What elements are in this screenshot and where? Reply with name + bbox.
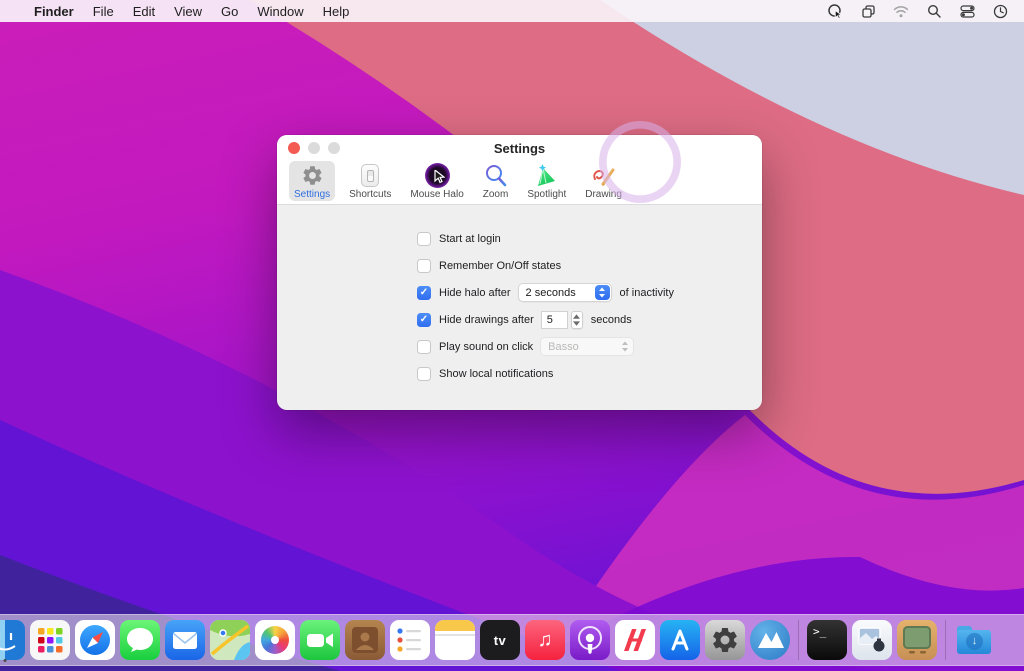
- windows-icon[interactable]: [860, 3, 876, 19]
- checkbox-show-notifications[interactable]: [417, 367, 431, 381]
- download-arrow-icon: ↓: [966, 633, 983, 650]
- hide-drawings-seconds-field[interactable]: [541, 311, 568, 329]
- mouse-halo-icon: [425, 163, 450, 188]
- tab-label: Drawing: [585, 189, 622, 200]
- control-center-icon[interactable]: [959, 3, 975, 19]
- settings-window: Settings Settings Shortcuts Mouse Halo Z…: [277, 135, 762, 410]
- popup-value: 2 seconds: [526, 287, 596, 299]
- row-label: Start at login: [439, 233, 501, 245]
- running-indicator: [4, 659, 7, 662]
- dock-safari-icon[interactable]: [75, 620, 115, 660]
- gear-icon: [301, 163, 324, 188]
- checkbox-hide-drawings[interactable]: [417, 313, 431, 327]
- dock: tv ♫ >_ ↓: [0, 614, 1024, 666]
- checkbox-play-sound[interactable]: [417, 340, 431, 354]
- dock-halo-mountain-app-icon[interactable]: [750, 620, 790, 660]
- dock-trash-icon[interactable]: [999, 620, 1024, 660]
- dock-system-settings-icon[interactable]: [705, 620, 745, 660]
- tab-shortcuts[interactable]: Shortcuts: [344, 161, 396, 201]
- magnifier-icon: [484, 163, 508, 188]
- tab-spotlight[interactable]: Spotlight: [522, 161, 571, 201]
- menu-edit[interactable]: Edit: [133, 4, 155, 19]
- dock-terminal-icon[interactable]: >_: [807, 620, 847, 660]
- wifi-icon[interactable]: [893, 3, 909, 19]
- checkbox-hide-halo[interactable]: [417, 286, 431, 300]
- row-start-at-login: Start at login: [417, 225, 762, 252]
- dock-messages-icon[interactable]: [120, 620, 160, 660]
- dock-reminders-icon[interactable]: [390, 620, 430, 660]
- checkbox-remember-states[interactable]: [417, 259, 431, 273]
- dock-facetime-icon[interactable]: [300, 620, 340, 660]
- menu-go[interactable]: Go: [221, 4, 238, 19]
- menu-app-name[interactable]: Finder: [34, 4, 74, 19]
- menu-window[interactable]: Window: [257, 4, 303, 19]
- dock-music-icon[interactable]: ♫: [525, 620, 565, 660]
- settings-content: Start at login Remember On/Off states Hi…: [277, 205, 762, 387]
- toolbar: Settings Shortcuts Mouse Halo Zoom Spotl…: [277, 161, 762, 205]
- dock-separator: [945, 620, 946, 660]
- tab-mouse-halo[interactable]: Mouse Halo: [405, 161, 468, 201]
- dock-retro-tv-icon[interactable]: [897, 620, 937, 660]
- tab-label: Shortcuts: [349, 189, 391, 200]
- dock-launchpad-icon[interactable]: [30, 620, 70, 660]
- dock-notes-icon[interactable]: [435, 620, 475, 660]
- checkbox-start-at-login[interactable]: [417, 232, 431, 246]
- dock-tv-icon[interactable]: tv: [480, 620, 520, 660]
- search-icon[interactable]: [926, 3, 942, 19]
- title-bar[interactable]: Settings: [277, 135, 762, 161]
- row-play-sound: Play sound on click Basso: [417, 333, 762, 360]
- row-show-notifications: Show local notifications: [417, 360, 762, 387]
- popup-value: Basso: [548, 341, 599, 353]
- row-remember-states: Remember On/Off states: [417, 252, 762, 279]
- tab-zoom[interactable]: Zoom: [478, 161, 514, 201]
- chevron-up-down-icon: [595, 285, 610, 300]
- halo-app-icon[interactable]: [827, 3, 843, 19]
- menu-file[interactable]: File: [93, 4, 114, 19]
- sound-popup-disabled: Basso: [540, 337, 634, 356]
- dock-finder-icon[interactable]: [0, 620, 25, 660]
- chevron-up-down-icon: [617, 339, 632, 354]
- row-label: Remember On/Off states: [439, 260, 561, 272]
- row-label: Hide drawings after: [439, 314, 534, 326]
- menu-view[interactable]: View: [174, 4, 202, 19]
- dock-preview-icon[interactable]: [852, 620, 892, 660]
- row-label: Hide halo after: [439, 287, 511, 299]
- dock-podcasts-icon[interactable]: [570, 620, 610, 660]
- menu-help[interactable]: Help: [323, 4, 350, 19]
- row-hide-halo: Hide halo after 2 seconds of inactivity: [417, 279, 762, 306]
- menu-bar: Finder File Edit View Go Window Help: [0, 0, 1024, 22]
- pencil-icon: [591, 163, 616, 188]
- row-label: Show local notifications: [439, 368, 553, 380]
- dock-contacts-icon[interactable]: [345, 620, 385, 660]
- tab-label: Settings: [294, 189, 330, 200]
- dock-mail-icon[interactable]: [165, 620, 205, 660]
- hide-halo-duration-popup[interactable]: 2 seconds: [518, 283, 612, 302]
- dock-photos-icon[interactable]: [255, 620, 295, 660]
- row-suffix: seconds: [591, 314, 632, 326]
- dock-separator: [798, 620, 799, 660]
- dock-news-icon[interactable]: [615, 620, 655, 660]
- tab-settings[interactable]: Settings: [289, 161, 335, 201]
- row-label: Play sound on click: [439, 341, 533, 353]
- tab-label: Zoom: [483, 189, 509, 200]
- tab-drawing[interactable]: Drawing: [580, 161, 627, 201]
- tab-label: Spotlight: [527, 189, 566, 200]
- row-hide-drawings: Hide drawings after seconds: [417, 306, 762, 333]
- tab-label: Mouse Halo: [410, 189, 463, 200]
- clock-icon[interactable]: [992, 3, 1008, 19]
- stepper-up-down-icon[interactable]: [571, 311, 583, 329]
- spotlight-cone-icon: [535, 163, 559, 188]
- window-title: Settings: [277, 141, 762, 156]
- row-suffix: of inactivity: [620, 287, 674, 299]
- dock-downloads-folder-icon[interactable]: ↓: [954, 620, 994, 660]
- shortcut-button-icon: [361, 163, 379, 188]
- dock-maps-icon[interactable]: [210, 620, 250, 660]
- dock-app-store-icon[interactable]: [660, 620, 700, 660]
